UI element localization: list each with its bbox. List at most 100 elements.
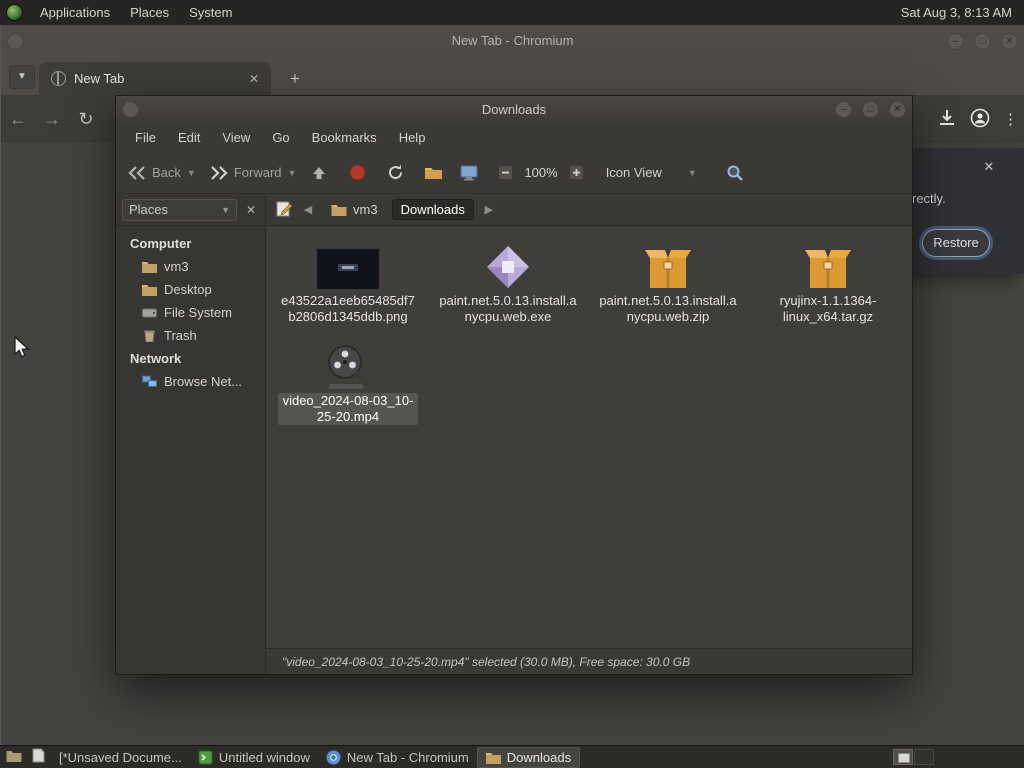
file-name: video_2024-08-03_10-25-20.mp4 [278,393,418,425]
panel-clock[interactable]: Sat Aug 3, 8:13 AM [901,0,1024,25]
browser-forward-icon[interactable]: → [35,109,69,130]
workspace-2[interactable] [914,749,934,765]
window-menu-button[interactable] [7,33,24,50]
forward-arrows-icon [208,162,230,184]
profile-avatar-icon[interactable] [970,108,990,131]
file-item-exe[interactable]: paint.net.5.0.13.install.anycpu.web.exe [428,234,588,334]
network-label: Network [130,351,182,366]
edit-location-icon[interactable] [276,200,293,220]
sidebar-item-label: vm3 [164,259,189,274]
terminal-icon [198,750,213,764]
breadcrumb-current[interactable]: Downloads [391,199,474,220]
sidebar-item-vm3[interactable]: vm3 [116,255,265,278]
stop-button[interactable] [346,162,368,184]
up-button[interactable] [308,162,330,184]
fm-menu-file[interactable]: File [124,124,167,152]
file-item-zip[interactable]: paint.net.5.0.13.install.anycpu.web.zip [588,234,748,334]
menu-system[interactable]: System [179,0,242,25]
browser-menu-kebab-icon[interactable]: ⋮ [1003,110,1018,128]
folder-icon [142,262,157,273]
tab-close-icon[interactable]: ✕ [245,70,263,88]
file-item-png[interactable]: e43522a1eeb65485df7b2806d1345ddb.png [268,234,428,334]
downloads-tray-icon[interactable] [937,108,957,131]
breadcrumb-home[interactable]: vm3 [323,200,386,219]
fm-menu-bookmarks[interactable]: Bookmarks [301,124,388,152]
view-mode-combo[interactable]: Icon View ▼ [606,165,702,180]
sidebar-item-label: File System [164,305,232,320]
forward-button[interactable]: Forward ▼ [208,162,297,184]
file-item-video-selected[interactable]: video_2024-08-03_10-25-20.mp4 [268,334,428,434]
sidebar-item-label: Desktop [164,282,212,297]
zoom-level: 100% [524,165,558,180]
sidebar-mode-combo[interactable]: Places ▼ [122,198,237,221]
task-label: Untitled window [218,749,310,765]
minimize-button[interactable]: – [947,33,964,50]
fm-menu-view[interactable]: View [211,124,261,152]
fm-menu-go[interactable]: Go [261,124,300,152]
back-arrows-icon [126,162,148,184]
close-button[interactable]: ✕ [1001,33,1018,50]
bubble-close-icon[interactable]: ✕ [980,158,998,176]
forward-dropdown-icon[interactable]: ▼ [288,168,297,178]
workspace-1[interactable] [893,749,913,765]
tab-new-tab[interactable]: New Tab ✕ [39,62,271,95]
sidebar-item-trash[interactable]: Trash [116,324,265,347]
taskbar: [*Unsaved Docume... Untitled window New … [0,745,1024,768]
back-dropdown-icon[interactable]: ▼ [187,168,196,178]
back-label: Back [152,165,181,180]
fm-menu-edit[interactable]: Edit [167,124,211,152]
path-scroll-left-icon[interactable]: ◀ [299,203,317,216]
fm-window-title: Downloads [481,102,547,117]
browser-back-icon[interactable]: ← [1,109,35,130]
task-label: Downloads [506,749,572,765]
breadcrumb-home-label: vm3 [353,202,378,217]
fm-minimize-button[interactable]: – [835,101,852,118]
new-tab-button[interactable]: + [283,67,307,91]
refresh-button[interactable] [384,162,406,184]
tab-favicon-globe-icon [51,71,66,86]
file-item-targz[interactable]: ryujinx-1.1.1364-linux_x64.tar.gz [748,234,908,334]
back-button[interactable]: Back ▼ [126,162,196,184]
browser-reload-icon[interactable]: ↻ [69,109,103,130]
task-label: [*Unsaved Docume... [59,749,182,765]
drive-icon [142,308,157,318]
document-icon[interactable] [32,748,45,766]
video-reel-icon [328,345,369,389]
sidebar-close-icon[interactable]: ✕ [243,203,259,217]
menu-applications[interactable]: Applications [30,0,120,25]
zoom-out-button[interactable] [494,162,516,184]
statusbar-text: "video_2024-08-03_10-25-20.mp4" selected… [282,654,691,669]
file-manager-launcher-icon[interactable] [6,749,22,765]
sidebar-item-label: Trash [164,328,197,343]
chromium-titlebar[interactable]: New Tab - Chromium – □ ✕ [1,25,1024,57]
task-untitled-window[interactable]: Untitled window [190,747,318,768]
menu-places[interactable]: Places [120,0,179,25]
archive-icon [645,250,691,288]
distro-logo-icon[interactable] [6,4,23,21]
desktop-button[interactable] [458,162,480,184]
fm-maximize-button[interactable]: □ [862,101,879,118]
zoom-in-button[interactable] [566,162,588,184]
computer-label: Computer [130,236,192,251]
task-downloads[interactable]: Downloads [476,746,581,768]
sidebar-item-desktop[interactable]: Desktop [116,278,265,301]
maximize-button[interactable]: □ [974,33,991,50]
sidebar-item-file-system[interactable]: File System [116,301,265,324]
path-scroll-right-icon[interactable]: ▶ [480,203,498,216]
workspace-switcher[interactable] [893,749,934,765]
task-unsaved-document[interactable]: [*Unsaved Docume... [51,747,190,768]
sidebar-item-browse-network[interactable]: Browse Net... [116,370,265,393]
fm-menu-help[interactable]: Help [388,124,437,152]
restore-button[interactable]: Restore [922,229,990,257]
sidebar-item-label: Browse Net... [164,374,243,389]
task-chromium[interactable]: New Tab - Chromium [318,747,477,768]
tab-search-chevron-icon[interactable]: ▼ [9,65,35,89]
fm-close-button[interactable]: ✕ [889,101,906,118]
fm-icon-view[interactable]: e43522a1eeb65485df7b2806d1345ddb.png pai… [266,226,912,648]
search-button[interactable] [724,162,746,184]
sidebar-mode-label: Places [129,202,169,217]
fm-window-menu-button[interactable] [122,101,139,118]
fm-menubar: File Edit View Go Bookmarks Help [116,124,912,152]
fm-titlebar[interactable]: Downloads – □ ✕ [116,96,912,124]
home-folder-button[interactable] [422,162,444,184]
